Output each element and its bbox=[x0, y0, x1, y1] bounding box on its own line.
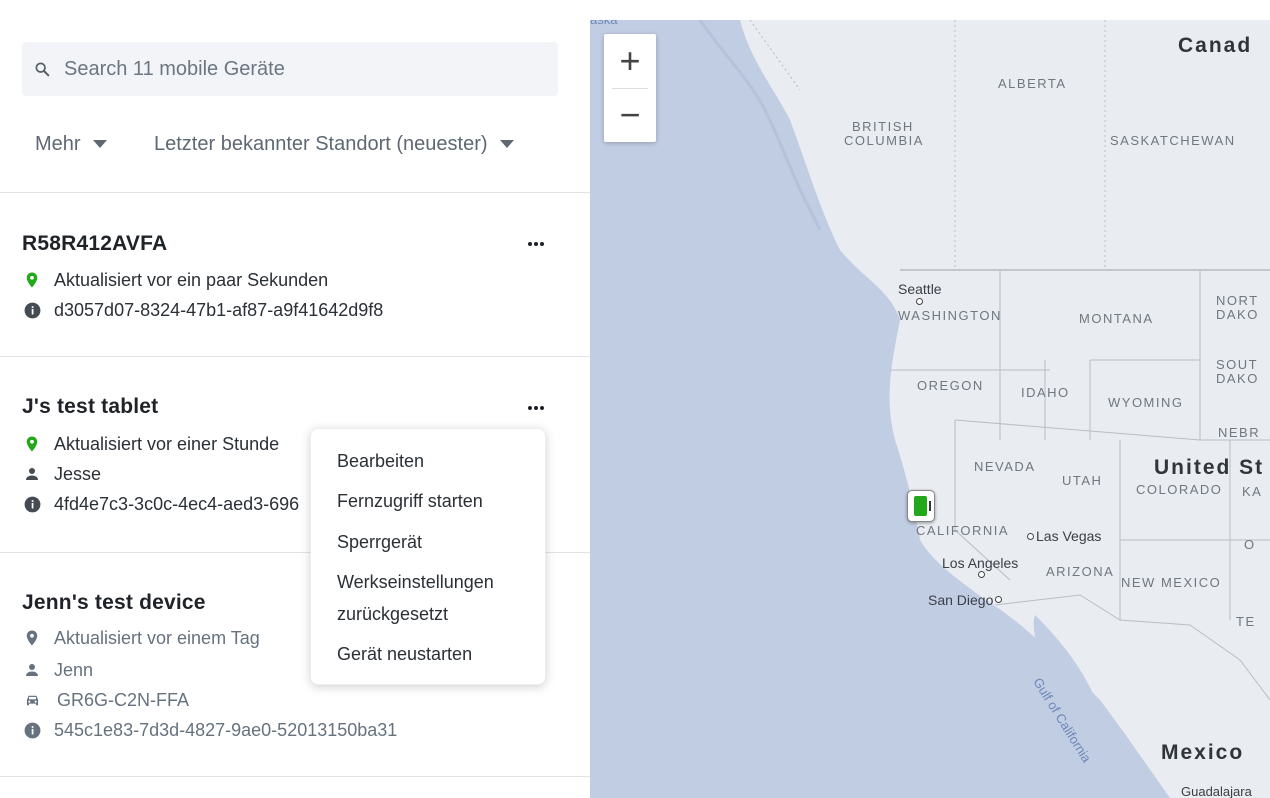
last-updated-text: Aktualisiert vor einer Stunde bbox=[54, 433, 280, 454]
region-label: O bbox=[1244, 537, 1256, 552]
device-id-text: 545c1e83-7d3d-4827-9ae0-52013150ba31 bbox=[54, 719, 398, 740]
city-label: Las Vegas bbox=[1036, 528, 1102, 544]
menu-item-start-remote-access[interactable]: Fernzugriff starten bbox=[337, 485, 483, 517]
more-options-button[interactable] bbox=[522, 398, 550, 418]
map-view[interactable]: Canad United St Mexico ALBERTA BRITISH C… bbox=[590, 20, 1270, 798]
region-label: KA bbox=[1242, 484, 1263, 499]
id-row: d3057d07-8324-47b1-af87-a9f41642d9f8 bbox=[22, 298, 383, 322]
region-label: DAKO bbox=[1216, 371, 1259, 386]
city-label: Seattle bbox=[898, 281, 942, 297]
region-label: TE bbox=[1236, 614, 1256, 629]
divider bbox=[0, 776, 590, 777]
location-row: Aktualisiert vor ein paar Sekunden bbox=[22, 268, 328, 292]
country-label: Canad bbox=[1178, 34, 1253, 57]
person-icon bbox=[22, 660, 42, 680]
location-pin-icon bbox=[22, 628, 42, 648]
sort-label: Letzter bekannter Standort (neuester) bbox=[154, 132, 488, 155]
country-label: Mexico bbox=[1161, 741, 1245, 764]
id-row: 4fd4e7c3-3c0c-4ec4-aed3-696 bbox=[22, 492, 299, 516]
device-name: J's test tablet bbox=[22, 395, 159, 418]
region-label: NEVADA bbox=[974, 459, 1036, 474]
menu-item-restart-device[interactable]: Gerät neustarten bbox=[337, 638, 472, 670]
region-label: BRITISH bbox=[852, 119, 914, 134]
filter-bar: Mehr Letzter bekannter Standort (neueste… bbox=[0, 126, 590, 162]
menu-item-lock-device[interactable]: Sperrgerät bbox=[337, 526, 422, 558]
city-label: Los Angeles bbox=[942, 555, 1019, 571]
zoom-out-button[interactable]: − bbox=[604, 88, 656, 142]
info-icon bbox=[22, 720, 42, 740]
region-label: ARIZONA bbox=[1046, 564, 1115, 579]
region-label: COLORADO bbox=[1136, 482, 1223, 497]
region-label: NEW MEXICO bbox=[1121, 575, 1222, 590]
person-icon bbox=[22, 464, 42, 484]
user-name-text: Jenn bbox=[54, 659, 94, 680]
zoom-in-button[interactable]: + bbox=[604, 34, 656, 88]
car-icon bbox=[22, 690, 42, 710]
region-label: COLUMBIA bbox=[844, 133, 924, 148]
region-label: OREGON bbox=[917, 378, 984, 393]
menu-item-factory-reset-line2[interactable]: zurückgesetzt bbox=[337, 598, 448, 630]
device-marker[interactable] bbox=[907, 490, 935, 522]
zoom-control: + − bbox=[604, 34, 656, 142]
menu-item-edit[interactable]: Bearbeiten bbox=[337, 445, 424, 477]
device-name: R58R412AVFA bbox=[22, 232, 168, 255]
last-updated-text: Aktualisiert vor einem Tag bbox=[54, 627, 260, 648]
region-label: NEBR bbox=[1218, 425, 1261, 440]
region-label: SOUT bbox=[1216, 357, 1259, 372]
country-label: United St bbox=[1154, 456, 1265, 479]
region-label: NORT bbox=[1216, 293, 1259, 308]
info-icon bbox=[22, 494, 42, 514]
water-label: aska bbox=[590, 20, 617, 27]
location-row: Aktualisiert vor einem Tag bbox=[22, 626, 260, 650]
city-label: San Diego bbox=[928, 592, 994, 608]
more-options-button[interactable] bbox=[522, 234, 550, 254]
city-dot bbox=[995, 596, 1002, 603]
vehicle-text: GR6G-C2N-FFA bbox=[57, 689, 190, 710]
region-label: DAKO bbox=[1216, 307, 1259, 322]
battery-icon bbox=[914, 496, 927, 516]
device-actions-menu: Bearbeiten Fernzugriff starten Sperrgerä… bbox=[310, 428, 546, 685]
search-input[interactable] bbox=[64, 42, 544, 96]
location-pin-icon bbox=[22, 270, 42, 290]
location-pin-icon bbox=[22, 434, 42, 454]
device-id-text: d3057d07-8324-47b1-af87-a9f41642d9f8 bbox=[54, 299, 384, 320]
device-name: Jenn's test device bbox=[22, 591, 206, 614]
region-label: WASHINGTON bbox=[898, 308, 1002, 323]
region-label: MONTANA bbox=[1079, 311, 1154, 326]
region-label: CALIFORNIA bbox=[916, 523, 1010, 538]
user-row: Jenn bbox=[22, 658, 93, 682]
more-filter-label: Mehr bbox=[35, 132, 81, 155]
battery-tip bbox=[929, 501, 931, 511]
city-dot bbox=[916, 298, 923, 305]
last-updated-text: Aktualisiert vor ein paar Sekunden bbox=[54, 269, 329, 290]
search-icon bbox=[35, 62, 50, 77]
sort-dropdown[interactable]: Letzter bekannter Standort (neuester) bbox=[154, 126, 514, 162]
user-name-text: Jesse bbox=[54, 463, 102, 484]
more-filter-dropdown[interactable]: Mehr bbox=[35, 126, 107, 162]
city-label: Guadalajara bbox=[1181, 784, 1252, 798]
location-row: Aktualisiert vor einer Stunde bbox=[22, 432, 279, 456]
menu-item-factory-reset[interactable]: Werkseinstellungen bbox=[337, 566, 494, 598]
caret-down-icon bbox=[499, 140, 514, 148]
region-label: ALBERTA bbox=[998, 76, 1067, 91]
vehicle-row: GR6G-C2N-FFA bbox=[22, 688, 189, 712]
device-item[interactable]: R58R412AVFA Aktualisiert vor ein paar Se… bbox=[0, 193, 590, 356]
info-icon bbox=[22, 300, 42, 320]
id-row: 545c1e83-7d3d-4827-9ae0-52013150ba31 bbox=[22, 718, 397, 742]
caret-down-icon bbox=[92, 140, 107, 148]
search-box[interactable] bbox=[22, 42, 558, 96]
city-dot bbox=[978, 571, 985, 578]
region-label: UTAH bbox=[1062, 473, 1103, 488]
region-label: IDAHO bbox=[1021, 385, 1070, 400]
city-dot bbox=[1027, 533, 1034, 540]
region-label: SASKATCHEWAN bbox=[1110, 133, 1236, 148]
region-label: WYOMING bbox=[1108, 395, 1184, 410]
user-row: Jesse bbox=[22, 462, 101, 486]
device-id-text: 4fd4e7c3-3c0c-4ec4-aed3-696 bbox=[54, 493, 300, 514]
